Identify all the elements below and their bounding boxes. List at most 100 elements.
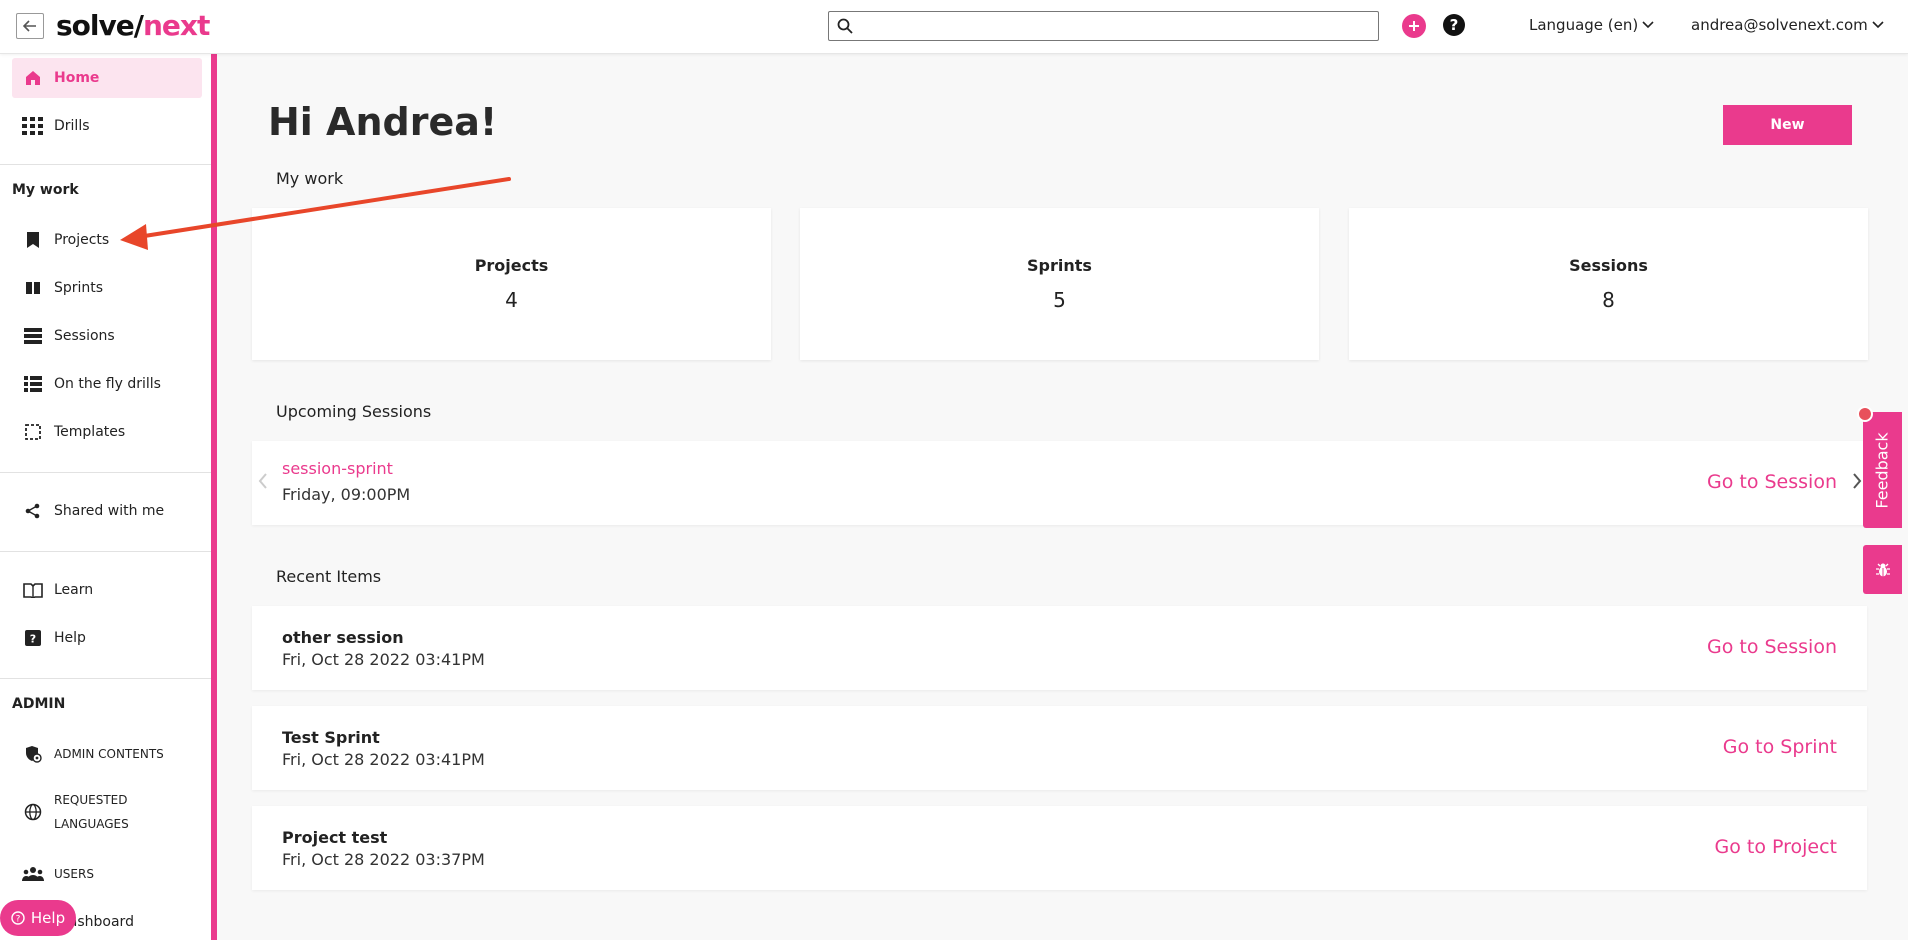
sidebar-item-label: USERS — [54, 867, 94, 881]
stat-card-sprints[interactable]: Sprints 5 — [800, 208, 1319, 360]
feedback-tab[interactable]: Feedback — [1863, 412, 1902, 528]
recent-item-title: Test Sprint — [282, 728, 380, 747]
arrow-left-icon — [23, 20, 36, 32]
svg-text:?: ? — [16, 915, 21, 925]
help-square-icon: ? — [22, 627, 44, 649]
user-menu[interactable]: andrea@solvenext.com — [1691, 16, 1884, 34]
columns-icon — [22, 277, 44, 299]
recent-items-heading: Recent Items — [276, 567, 382, 586]
sidebar-item-label: Sprints — [54, 280, 104, 296]
sidebar-item-label: Home — [54, 70, 100, 86]
user-email: andrea@solvenext.com — [1691, 16, 1868, 34]
share-icon — [22, 500, 44, 522]
stat-value: 5 — [1053, 288, 1066, 312]
sidebar: Home Drills My work Projects Sprints Ses… — [0, 54, 211, 940]
new-button[interactable]: New — [1723, 105, 1852, 145]
home-icon — [22, 67, 44, 89]
sidebar-item-requested-languages[interactable]: REQUESTED LANGUAGES — [12, 788, 202, 836]
back-button[interactable] — [16, 13, 44, 39]
upcoming-session-row: session-sprint Friday, 09:00PM Go to Ses… — [252, 441, 1867, 525]
recent-item-date: Fri, Oct 28 2022 03:37PM — [282, 850, 485, 869]
go-to-project-link[interactable]: Go to Project — [1714, 836, 1837, 858]
sidebar-item-label: Drills — [54, 118, 90, 134]
rows-icon — [22, 325, 44, 347]
logo[interactable]: solve/next — [56, 9, 210, 42]
upcoming-session-time: Friday, 09:00PM — [282, 485, 411, 504]
notification-dot — [1857, 406, 1873, 422]
svg-text:?: ? — [1450, 16, 1459, 34]
book-icon — [22, 579, 44, 601]
dashed-square-icon — [22, 421, 44, 443]
sidebar-item-drills[interactable]: Drills — [12, 106, 202, 146]
stat-label: Projects — [474, 256, 549, 275]
go-to-sprint-link[interactable]: Go to Sprint — [1723, 736, 1837, 758]
language-selector[interactable]: Language (en) — [1529, 16, 1654, 34]
logo-text-next: next — [142, 9, 210, 42]
sidebar-item-label: On the fly drills — [54, 376, 161, 392]
stat-card-projects[interactable]: Projects 4 — [252, 208, 771, 360]
chevron-right-icon[interactable] — [1852, 473, 1862, 489]
globe-icon — [22, 801, 44, 823]
sidebar-item-sprints[interactable]: Sprints — [12, 268, 202, 308]
svg-text:?: ? — [30, 633, 36, 646]
section-title-my-work: My work — [12, 182, 79, 198]
sidebar-item-home[interactable]: Home — [12, 58, 202, 98]
sidebar-item-learn[interactable]: Learn — [12, 570, 202, 610]
recent-item-row: Project test Fri, Oct 28 2022 03:37PM Go… — [252, 806, 1867, 890]
help-widget-button[interactable]: ? Help — [0, 900, 76, 936]
question-circle-icon[interactable]: ? — [1442, 13, 1466, 37]
search-box[interactable] — [828, 11, 1379, 41]
search-input[interactable] — [859, 16, 1369, 36]
search-icon — [837, 18, 853, 34]
sidebar-item-label: Sessions — [54, 328, 115, 344]
go-to-session-link[interactable]: Go to Session — [1707, 636, 1837, 658]
chevron-down-icon — [1872, 21, 1884, 29]
stat-value: 8 — [1602, 288, 1615, 312]
sidebar-item-label: Learn — [54, 582, 94, 598]
divider — [0, 164, 211, 165]
sidebar-item-label: Projects — [54, 232, 110, 248]
logo-text-solve: solve/ — [56, 9, 144, 42]
label-line-2: LANGUAGES — [54, 817, 129, 831]
go-to-session-link[interactable]: Go to Session — [1707, 471, 1837, 493]
bookmark-icon — [22, 229, 44, 251]
help-widget-label: Help — [30, 909, 66, 927]
stat-label: Sessions — [1569, 256, 1648, 275]
stat-card-sessions[interactable]: Sessions 8 — [1349, 208, 1868, 360]
recent-item-title: Project test — [282, 828, 388, 847]
recent-item-date: Fri, Oct 28 2022 03:41PM — [282, 750, 485, 769]
divider — [0, 551, 211, 552]
sidebar-item-templates[interactable]: Templates — [12, 412, 202, 452]
stat-label: Sprints — [1027, 256, 1092, 275]
label-line-1: REQUESTED — [54, 793, 128, 807]
chevron-left-icon[interactable] — [258, 473, 268, 489]
question-circle-icon: ? — [11, 911, 25, 925]
recent-item-title: other session — [282, 628, 404, 647]
feedback-label: Feedback — [1873, 431, 1893, 509]
users-icon — [22, 863, 44, 885]
upcoming-sessions-heading: Upcoming Sessions — [276, 402, 432, 421]
sidebar-item-label: Shared with me — [54, 503, 165, 519]
page-title: Hi Andrea! — [268, 100, 498, 144]
language-label: Language (en) — [1529, 16, 1639, 34]
stat-value: 4 — [505, 288, 518, 312]
add-button[interactable] — [1402, 14, 1426, 38]
upcoming-session-title[interactable]: session-sprint — [282, 459, 393, 478]
report-bug-button[interactable] — [1863, 545, 1902, 594]
sidebar-item-on-the-fly-drills[interactable]: On the fly drills — [12, 364, 202, 404]
sidebar-item-label: ADMIN CONTENTS — [54, 747, 164, 761]
sidebar-item-shared-with-me[interactable]: Shared with me — [12, 491, 202, 531]
list-icon — [22, 373, 44, 395]
my-work-heading: My work — [276, 169, 344, 188]
sidebar-item-help[interactable]: ? Help — [12, 618, 202, 658]
sidebar-item-sessions[interactable]: Sessions — [12, 316, 202, 356]
sidebar-item-projects[interactable]: Projects — [12, 220, 202, 260]
recent-item-row: Test Sprint Fri, Oct 28 2022 03:41PM Go … — [252, 706, 1867, 790]
recent-item-row: other session Fri, Oct 28 2022 03:41PM G… — [252, 606, 1867, 690]
grid-icon — [22, 115, 44, 137]
sidebar-item-label: Help — [54, 630, 86, 646]
sidebar-item-users[interactable]: USERS — [12, 854, 202, 894]
chevron-down-icon — [1642, 21, 1654, 29]
bug-icon — [1875, 563, 1890, 577]
sidebar-item-admin-contents[interactable]: ADMIN CONTENTS — [12, 734, 202, 774]
